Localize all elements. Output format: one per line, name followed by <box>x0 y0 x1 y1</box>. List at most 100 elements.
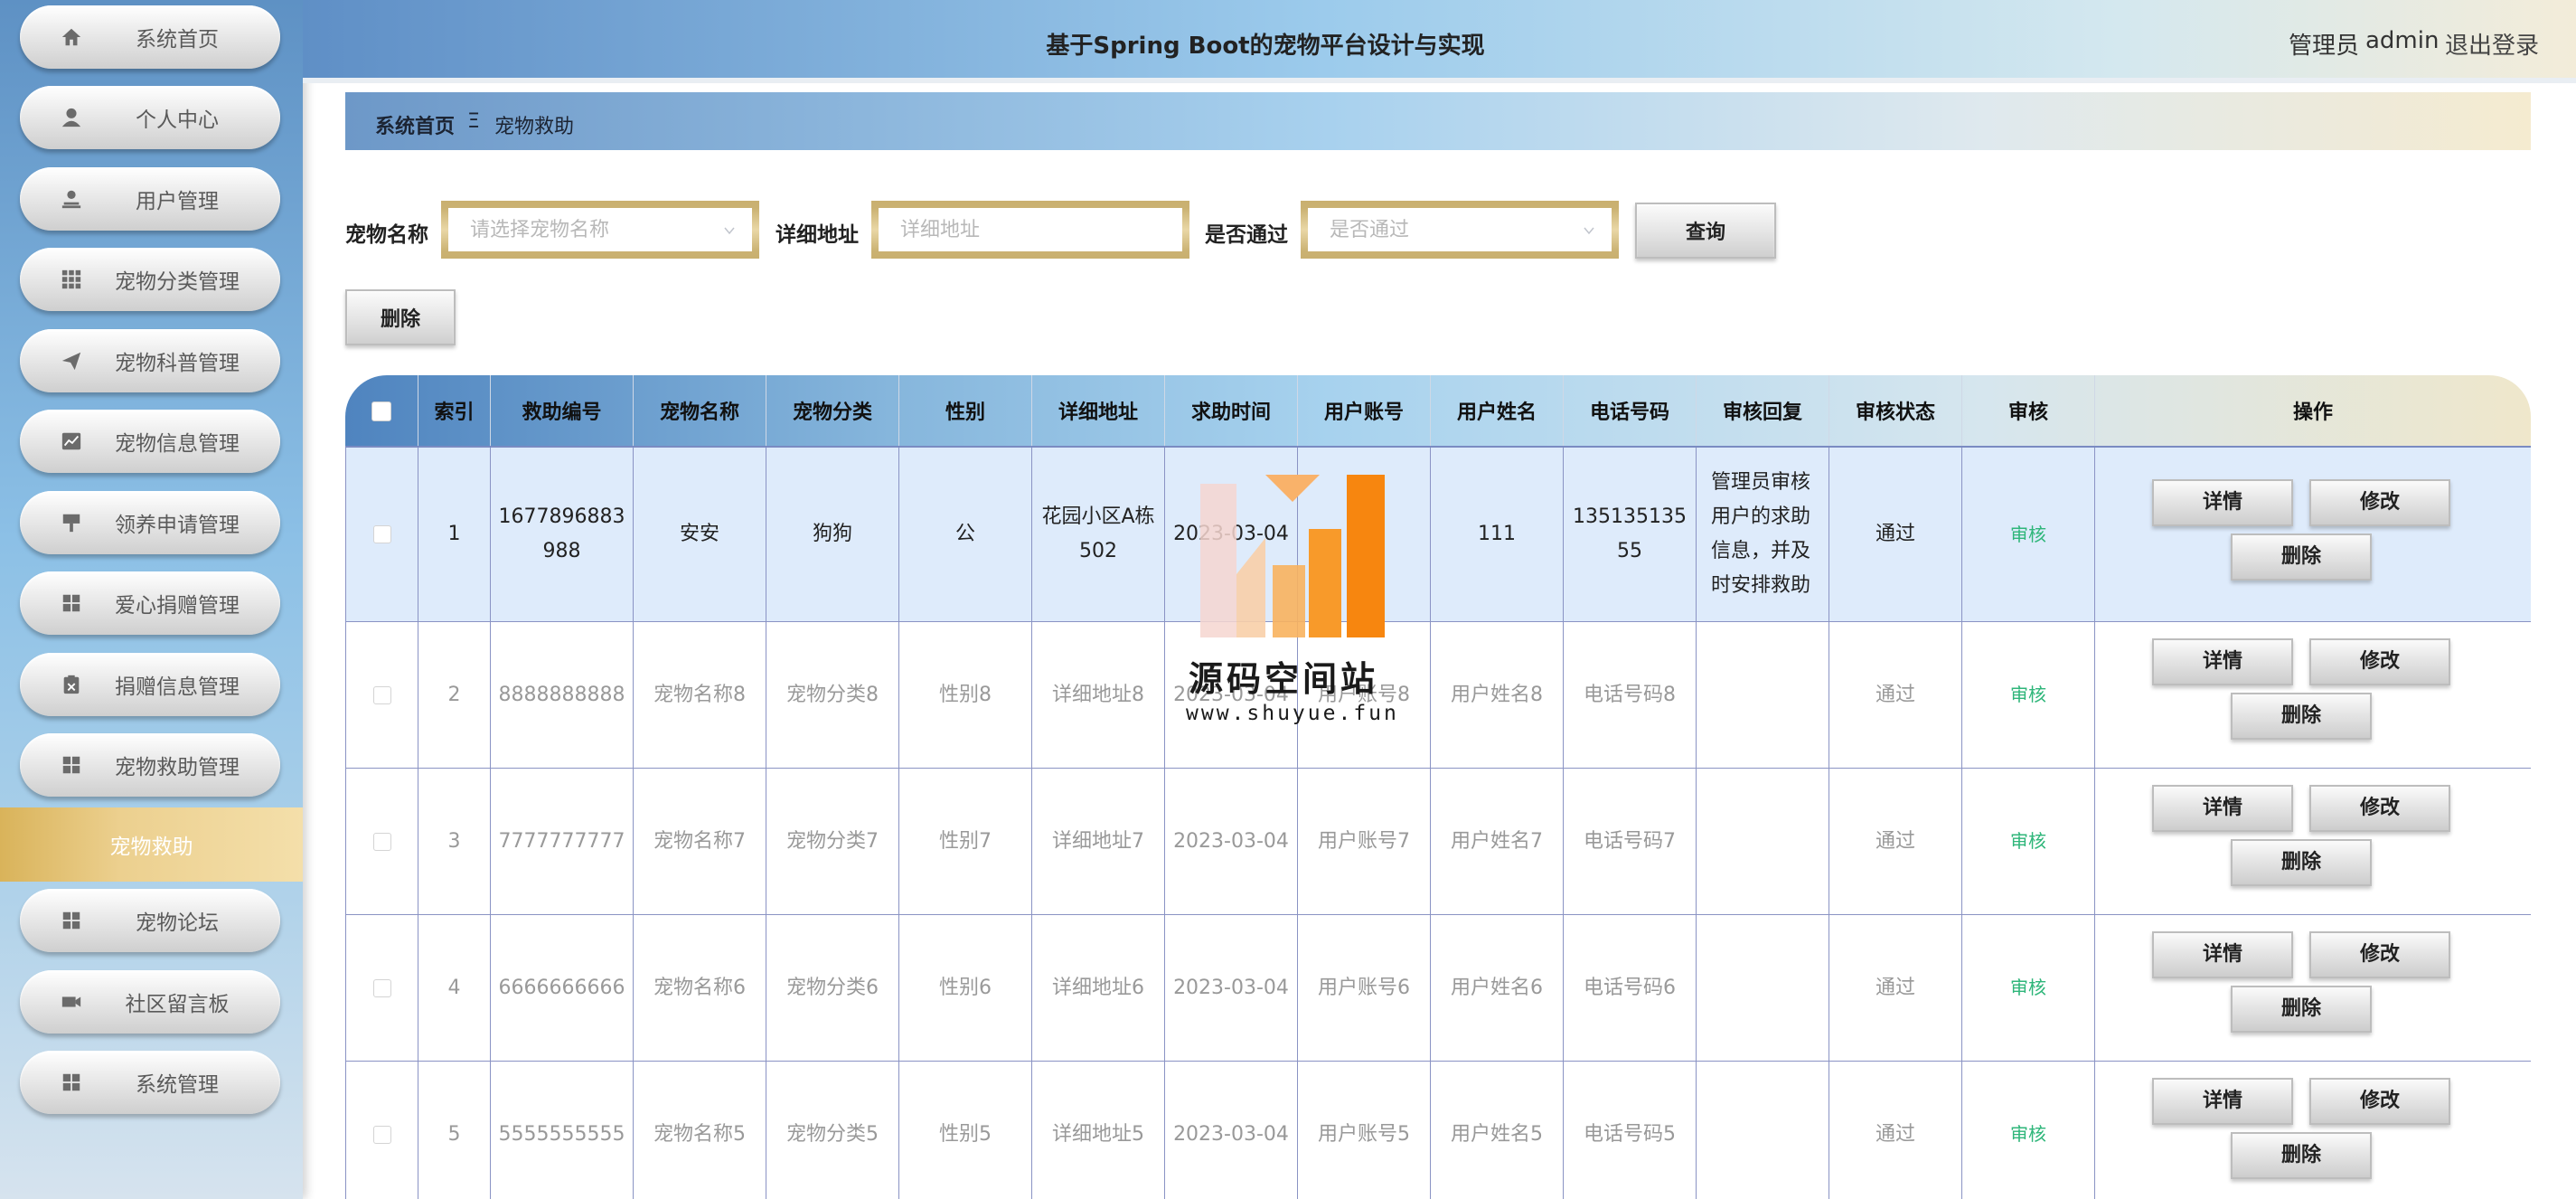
cell-pet-name: 宠物名称5 <box>633 1061 766 1199</box>
breadcrumb-current: 宠物救助 <box>494 116 575 138</box>
pet-name-label: 宠物名称 <box>345 223 428 247</box>
row-checkbox[interactable] <box>372 1125 391 1144</box>
cell-rescue-no: 6666666666 <box>490 914 634 1062</box>
passed-select[interactable] <box>1301 201 1619 259</box>
sidebar-item-6[interactable]: 宠物信息管理 <box>20 410 280 473</box>
audit-cell: 审核 <box>1961 1061 2095 1199</box>
audit-link[interactable]: 审核 <box>2010 1123 2046 1145</box>
detail-button[interactable]: 详情 <box>2152 638 2293 685</box>
row-checkbox[interactable] <box>372 978 391 997</box>
column-header: 用户姓名 <box>1430 375 1564 447</box>
address-field[interactable] <box>871 201 1189 259</box>
batch-delete-button[interactable]: 删除 <box>345 289 456 345</box>
cell-address: 详细地址5 <box>1031 1061 1165 1199</box>
cell-account: 用户账号5 <box>1297 1061 1431 1199</box>
audit-link[interactable]: 审核 <box>2010 830 2046 852</box>
cell-index: 1 <box>418 447 491 622</box>
detail-button[interactable]: 详情 <box>2152 479 2293 526</box>
sidebar-item-3[interactable]: 用户管理 <box>20 167 280 231</box>
row-delete-button[interactable]: 删除 <box>2231 1132 2372 1179</box>
audit-link[interactable]: 审核 <box>2010 684 2046 705</box>
table-row: 3 7777777777 宠物名称7 宠物分类7 性别7 详细地址7 2023-03-04 用… <box>345 768 2531 915</box>
cell-phone: 13513513555 <box>1563 447 1697 622</box>
select-all-cell[interactable] <box>345 375 418 447</box>
sidebar-item-label: 社区留言板 <box>125 993 230 1016</box>
cell-time: 2023-03-04 <box>1164 768 1298 915</box>
edit-button[interactable]: 修改 <box>2309 1078 2450 1125</box>
row-select-cell[interactable] <box>345 1061 418 1199</box>
pet-name-select[interactable] <box>441 201 759 259</box>
cell-pet-category: 宠物分类5 <box>766 1061 899 1199</box>
row-select-cell[interactable] <box>345 768 418 915</box>
sidebar-item-4[interactable]: 宠物分类管理 <box>20 248 280 311</box>
sidebar-item-13[interactable]: 社区留言板 <box>20 970 280 1034</box>
sidebar-item-label: 宠物救助管理 <box>115 756 240 779</box>
row-delete-button[interactable]: 删除 <box>2231 986 2372 1033</box>
passed-input[interactable] <box>1308 208 1612 251</box>
cell-phone: 电话号码7 <box>1563 768 1697 915</box>
pet-name-input[interactable] <box>448 208 752 251</box>
sidebar-item-8[interactable]: 爱心捐赠管理 <box>20 571 280 635</box>
edit-button[interactable]: 修改 <box>2309 785 2450 832</box>
edit-button[interactable]: 修改 <box>2309 638 2450 685</box>
row-delete-button[interactable]: 删除 <box>2231 839 2372 886</box>
cell-rescue-no: 5555555555 <box>490 1061 634 1199</box>
sidebar-item-label: 捐赠信息管理 <box>115 675 240 699</box>
audit-link[interactable]: 审核 <box>2010 977 2046 998</box>
cell-phone: 电话号码8 <box>1563 621 1697 769</box>
edit-button[interactable]: 修改 <box>2309 479 2450 526</box>
sidebar-item-9[interactable]: 捐赠信息管理 <box>20 653 280 716</box>
row-delete-button[interactable]: 删除 <box>2231 533 2372 581</box>
row-checkbox[interactable] <box>372 832 391 851</box>
cell-gender: 性别6 <box>898 914 1032 1062</box>
breadcrumb-home[interactable]: 系统首页 <box>375 110 455 139</box>
detail-button[interactable]: 详情 <box>2152 1078 2293 1125</box>
row-checkbox[interactable] <box>372 685 391 704</box>
column-header: 审核 <box>1961 375 2095 447</box>
cell-rescue-no: 7777777777 <box>490 768 634 915</box>
cell-name: 用户姓名7 <box>1430 768 1564 915</box>
column-header: 宠物分类 <box>766 375 899 447</box>
sidebar-item-10[interactable]: 宠物救助管理 <box>20 733 280 797</box>
sidebar-item-label: 宠物救助 <box>109 836 193 859</box>
sidebar-item-14[interactable]: 系统管理 <box>20 1051 280 1114</box>
row-select-cell[interactable] <box>345 621 418 769</box>
address-input[interactable] <box>879 208 1182 251</box>
row-checkbox[interactable] <box>372 525 391 543</box>
sidebar-item-2[interactable]: 个人中心 <box>20 86 280 149</box>
query-button[interactable]: 查询 <box>1635 203 1776 259</box>
logout-link[interactable]: 退出登录 <box>2445 27 2539 61</box>
cell-account: 用户账号6 <box>1297 914 1431 1062</box>
sidebar-item-7[interactable]: 领养申请管理 <box>20 491 280 554</box>
select-all-checkbox[interactable] <box>371 401 392 421</box>
actions-cell: 详情 修改删除 <box>2094 768 2531 915</box>
passed-label: 是否通过 <box>1205 223 1288 247</box>
edit-button[interactable]: 修改 <box>2309 931 2450 978</box>
sidebar-item-11[interactable]: 宠物救助 <box>0 807 303 882</box>
column-header: 审核回复 <box>1696 375 1829 447</box>
sidebar-item-5[interactable]: 宠物科普管理 <box>20 329 280 392</box>
sidebar-item-label: 系统管理 <box>136 1073 219 1097</box>
row-actions: 详情 修改删除 <box>2095 915 2531 1061</box>
cell-rescue-no: 1677896883988 <box>490 447 634 622</box>
detail-button[interactable]: 详情 <box>2152 931 2293 978</box>
cell-gender: 性别7 <box>898 768 1032 915</box>
sidebar-item-12[interactable]: 宠物论坛 <box>20 889 280 952</box>
actions-cell: 详情 修改删除 <box>2094 621 2531 769</box>
actions-cell: 详情 修改删除 <box>2094 447 2531 622</box>
audit-link[interactable]: 审核 <box>2010 524 2046 545</box>
row-select-cell[interactable] <box>345 447 418 622</box>
sidebar-item-label: 宠物论坛 <box>136 911 219 935</box>
table-row: 2 8888888888 宠物名称8 宠物分类8 性别8 详细地址8 2023-03-04 用… <box>345 621 2531 769</box>
row-delete-button[interactable]: 删除 <box>2231 693 2372 740</box>
cell-pet-name: 安安 <box>633 447 766 622</box>
column-header: 救助编号 <box>490 375 634 447</box>
column-header: 索引 <box>418 375 491 447</box>
sidebar-item-label: 宠物信息管理 <box>115 432 240 456</box>
table-row: 1 1677896883988 安安 狗狗公花园小区A栋502 2023-03-04 11… <box>345 447 2531 622</box>
detail-button[interactable]: 详情 <box>2152 785 2293 832</box>
cell-address: 花园小区A栋502 <box>1031 447 1165 622</box>
cell-reply <box>1696 768 1829 915</box>
sidebar-item-1[interactable]: 系统首页 <box>20 5 280 69</box>
row-select-cell[interactable] <box>345 914 418 1062</box>
